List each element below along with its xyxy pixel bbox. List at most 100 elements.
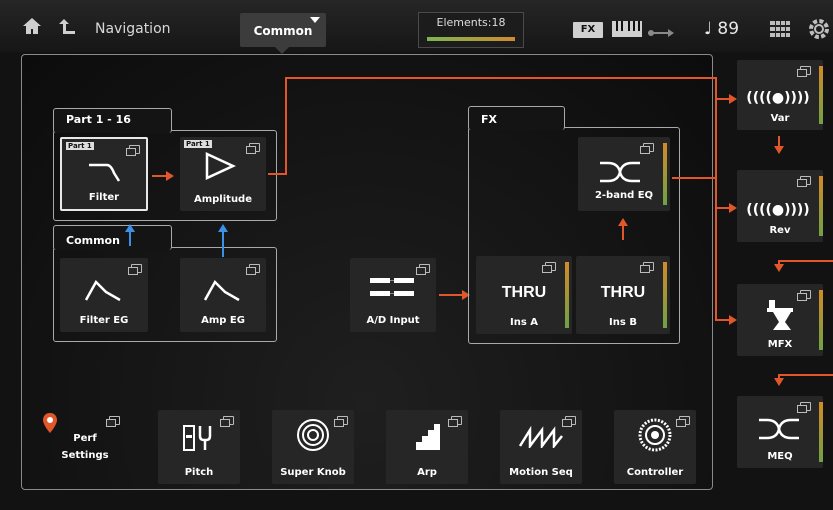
common-group-title: Common xyxy=(66,234,120,247)
arrow-right-icon xyxy=(166,171,174,181)
ins-a-tile[interactable]: THRU Ins A xyxy=(476,256,572,334)
navigation-label: Navigation xyxy=(95,21,171,37)
rev-label: Rev xyxy=(769,225,791,236)
amplitude-tile[interactable]: Part 1 Amplitude xyxy=(180,137,266,211)
pitch-wheel-icon xyxy=(183,425,212,451)
tab-common[interactable]: Common xyxy=(240,13,326,47)
elements-label: Elements:18 xyxy=(436,16,506,29)
ad-input-label: A/D Input xyxy=(366,315,420,326)
amp-eg-tile[interactable]: Amp EG xyxy=(180,258,266,332)
cable-icon xyxy=(370,278,414,296)
pitch-label: Pitch xyxy=(184,467,214,478)
ad-input-tile[interactable]: A/D Input xyxy=(350,258,436,332)
stack-icon xyxy=(797,66,811,77)
stack-icon xyxy=(640,143,654,154)
tab-pointer xyxy=(275,47,289,54)
stack-icon xyxy=(416,264,430,275)
var-label: Var xyxy=(770,113,790,124)
var-tile[interactable]: ((((●)))) Var xyxy=(737,60,823,130)
flow-line xyxy=(778,260,833,262)
eq-icon xyxy=(759,418,799,440)
controller-button[interactable]: Controller xyxy=(614,410,696,484)
flow-line xyxy=(715,77,717,321)
home-icon[interactable] xyxy=(22,17,42,40)
arrow-up-icon xyxy=(218,224,228,232)
flow-line xyxy=(439,294,463,296)
super-knob-label: Super Knob xyxy=(280,467,346,478)
controller-label: Controller xyxy=(626,467,684,478)
rev-tile[interactable]: ((((●)))) Rev xyxy=(737,170,823,242)
ins-b-value: THRU xyxy=(600,284,646,301)
filter-icon xyxy=(89,163,121,182)
stack-icon xyxy=(676,416,690,427)
envelope-icon xyxy=(84,279,121,302)
filter-tile[interactable]: Part 1 Filter xyxy=(60,137,148,211)
super-knob-button[interactable]: Super Knob xyxy=(272,410,354,484)
motion-seq-label: Motion Seq xyxy=(509,467,573,478)
ins-b-label: Ins B xyxy=(609,317,637,328)
eq-icon xyxy=(600,161,640,183)
stack-icon xyxy=(246,264,260,275)
stack-icon xyxy=(126,145,140,156)
filter-label: Filter xyxy=(88,192,120,203)
stack-icon xyxy=(246,143,260,154)
arrow-up-icon xyxy=(618,218,628,226)
filter-eg-label: Filter EG xyxy=(79,315,129,326)
perf-settings-label: Perf Settings xyxy=(61,433,109,461)
stack-icon xyxy=(562,416,576,427)
flow-line xyxy=(672,177,716,179)
flow-line xyxy=(622,224,624,240)
flow-line xyxy=(778,374,833,376)
reverb-wave-icon: ((((●)))) xyxy=(746,202,810,218)
gear-icon[interactable] xyxy=(808,18,830,44)
perf-settings-button[interactable]: Perf Settings xyxy=(43,410,126,484)
arrow-right-icon xyxy=(729,315,737,325)
stack-icon xyxy=(128,264,142,275)
eq-tile[interactable]: 2-band EQ xyxy=(578,137,670,211)
stack-icon xyxy=(106,416,120,427)
stack-icon xyxy=(220,416,234,427)
super-knob-icon xyxy=(297,419,329,451)
stack-icon xyxy=(797,402,811,413)
envelope-icon xyxy=(203,279,240,302)
back-icon[interactable] xyxy=(58,17,78,40)
control-line xyxy=(222,232,224,257)
chevron-down-icon xyxy=(310,17,320,23)
ins-b-tile[interactable]: THRU Ins B xyxy=(576,256,670,334)
ins-a-label: Ins A xyxy=(509,317,538,328)
arrow-down-icon xyxy=(774,146,784,154)
amp-eg-label: Amp EG xyxy=(201,315,245,326)
elements-meter xyxy=(427,37,515,41)
meq-tile[interactable]: MEQ xyxy=(737,396,823,468)
mfx-label: MFX xyxy=(767,339,793,350)
reverb-wave-icon: ((((●)))) xyxy=(746,90,810,106)
control-line xyxy=(129,232,131,246)
flow-line xyxy=(285,77,287,175)
mfx-tile[interactable]: MFX xyxy=(737,284,823,356)
flow-line xyxy=(285,77,715,79)
stack-icon xyxy=(542,262,556,273)
fx-badge: FX xyxy=(573,22,603,38)
keyboard-icon xyxy=(612,21,642,41)
arp-button[interactable]: Arp xyxy=(386,410,468,484)
filter-part-tag: Part 1 xyxy=(66,142,94,150)
ins-a-value: THRU xyxy=(501,284,547,301)
arp-stairs-icon xyxy=(414,424,440,450)
arrow-down-icon xyxy=(774,264,784,272)
motion-seq-button[interactable]: Motion Seq xyxy=(500,410,582,484)
filter-eg-tile[interactable]: Filter EG xyxy=(60,258,148,332)
stack-icon xyxy=(448,416,462,427)
pitch-button[interactable]: Pitch xyxy=(158,410,240,484)
stack-icon xyxy=(797,290,811,301)
usb-icon xyxy=(648,24,674,43)
grid-icon[interactable] xyxy=(770,21,790,41)
mfx-icon xyxy=(767,300,793,330)
arrow-down-icon xyxy=(774,378,784,386)
meq-label: MEQ xyxy=(767,451,793,462)
tempo-display[interactable]: ♩ 89 xyxy=(704,19,739,39)
part-group-title: Part 1 - 16 xyxy=(66,113,131,126)
amplitude-part-tag: Part 1 xyxy=(184,140,212,148)
amplitude-icon xyxy=(205,152,236,180)
elements-indicator[interactable]: Elements:18 xyxy=(418,12,524,48)
amplitude-label: Amplitude xyxy=(193,194,252,205)
